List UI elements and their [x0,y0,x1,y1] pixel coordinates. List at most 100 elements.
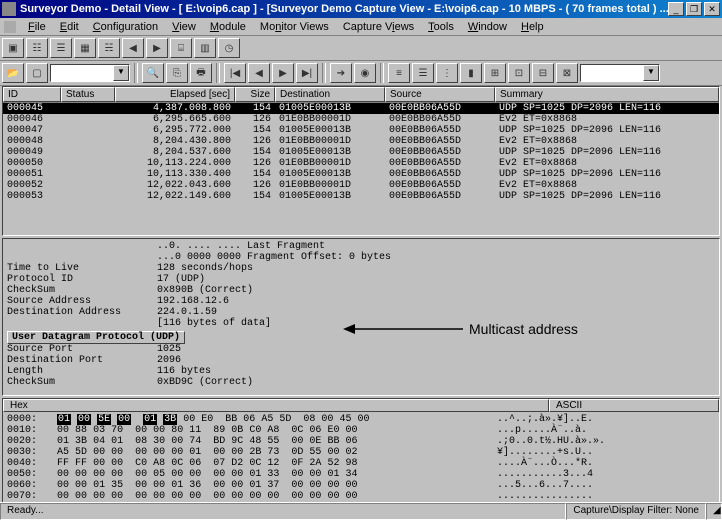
hex-row: 0000:01 00 5E 00 01 3B 00 E0 BB 06 A5 5D… [7,414,715,425]
tb-bar-icon[interactable]: ▮ [460,63,482,83]
dstaddr-label: Destination Address [7,307,157,318]
tb-print-icon[interactable]: 🖶 [190,63,212,83]
table-row[interactable]: 0000498,204.537.60015401005E00013B00E0BB… [3,147,719,158]
col-destination[interactable]: Destination [275,87,385,102]
hex-row: 0040:FF FF 00 00 C0 A8 0C 06 07 D2 0C 12… [7,458,715,469]
ttl-value: 128 seconds/hops [157,263,253,274]
toolbar-2: 📂 ▢ 🔍 ⎘ 🖶 |◀ ◀ ▶ ▶| ➔ ◉ ≡ ☰ ⋮ ▮ ⊞ ⊡ ⊟ ⊠ [0,61,722,86]
tb-arrow-icon[interactable]: ➔ [330,63,352,83]
col-summary[interactable]: Summary [495,87,719,102]
tb-list2-icon[interactable]: ☰ [412,63,434,83]
menu-tools[interactable]: Tools [422,21,460,33]
tb-grid4-icon[interactable]: ⊠ [556,63,578,83]
frame-list-header: ID Status Elapsed [sec] Size Destination… [3,87,719,103]
checksum-value: 0x890B (Correct) [157,285,253,296]
col-size[interactable]: Size [235,87,275,102]
tb-list1-icon[interactable]: ≡ [388,63,410,83]
table-row[interactable]: 00005110,113.330.40015401005E00013B00E0B… [3,169,719,180]
doc-icon [4,21,16,33]
menu-help[interactable]: Help [515,21,550,33]
tb-right-icon[interactable]: ▶ [146,38,168,58]
ascii-header: ASCII [549,399,719,412]
table-row[interactable]: 00005312,022.149.60015401005E00013B00E0B… [3,191,719,202]
frame-combo[interactable] [50,64,130,82]
col-id[interactable]: ID [3,87,61,102]
dstaddr-value: 224.0.1.59 [157,307,217,318]
tb-grid2-icon[interactable]: ⊡ [508,63,530,83]
titlebar: Surveyor Demo - Detail View - [ E:\voip6… [0,0,722,18]
protocol-value: 17 (UDP) [157,274,205,285]
tb-circle-icon[interactable]: ◉ [354,63,376,83]
srcaddr-value: 192.168.12.6 [157,296,229,307]
status-grip-icon: ◢ [706,503,722,520]
tb-capture-icon[interactable]: ▦ [74,38,96,58]
tb-layout1-icon[interactable]: ☷ [26,38,48,58]
protocol-label: Protocol ID [7,274,157,285]
menubar: File Edit Configuration View Module Moni… [0,18,722,36]
frame-list-body[interactable]: 0000454,387.008.80015401005E00013B00E0BB… [3,103,719,235]
tb-find-icon[interactable]: 🔍 [142,63,164,83]
tb-copy-icon[interactable]: ⎘ [166,63,188,83]
dstport-label: Destination Port [7,355,157,366]
tb-stats-icon[interactable]: ☵ [98,38,120,58]
payload-bytes: [116 bytes of data] [157,318,271,329]
tb-tree-icon[interactable]: ⌸ [170,38,192,58]
tb-prev-icon[interactable]: ◀ [248,63,270,83]
col-elapsed[interactable]: Elapsed [sec] [115,87,235,102]
close-button[interactable]: ✕ [704,2,720,16]
tb-box-icon[interactable]: ▢ [26,63,48,83]
hex-row: 0060:00 00 01 35 00 00 01 36 00 00 01 37… [7,480,715,491]
menu-monitorviews[interactable]: Monitor Views [254,21,335,33]
toolbar-1: ▣ ☷ ☰ ▦ ☵ ◀ ▶ ⌸ ▥ ◷ [0,36,722,61]
tb-play-icon[interactable]: ▶ [272,63,294,83]
tb-record-icon[interactable]: ▣ [2,38,24,58]
length-label: Length [7,366,157,377]
tb-chart-icon[interactable]: ▥ [194,38,216,58]
table-row[interactable]: 0000488,204.430.80012601E0BB00001D00E0BB… [3,136,719,147]
length-value: 116 bytes [157,366,211,377]
status-filter: Capture\Display Filter: None [566,503,706,520]
menu-configuration[interactable]: Configuration [87,21,164,33]
view-combo[interactable] [580,64,660,82]
arrow-icon [343,321,463,337]
udpchk-value: 0xBD9C (Correct) [157,377,253,388]
tb-layout2-icon[interactable]: ☰ [50,38,72,58]
maximize-button[interactable]: ❐ [686,2,702,16]
menu-module[interactable]: Module [204,21,252,33]
table-row[interactable]: 00005010,113.224.00012601E0BB00001D00E0B… [3,158,719,169]
window-controls: _ ❐ ✕ [668,2,720,16]
udp-section-header[interactable]: User Datagram Protocol (UDP) [7,331,185,344]
tb-grid1-icon[interactable]: ⊞ [484,63,506,83]
frag-offset: ...0 0000 0000 Fragment Offset: 0 bytes [157,252,391,263]
tb-open-icon[interactable]: 📂 [2,63,24,83]
srcport-label: Source Port [7,344,157,355]
table-row[interactable]: 00005212,022.043.60012601E0BB00001D00E0B… [3,180,719,191]
udpchk-label: CheckSum [7,377,157,388]
window-title: Surveyor Demo - Detail View - [ E:\voip6… [20,3,668,15]
menu-window[interactable]: Window [462,21,513,33]
tb-grid3-icon[interactable]: ⊟ [532,63,554,83]
hex-row: 0030:A5 5D 00 00 00 00 00 01 00 00 2B 73… [7,447,715,458]
app-icon [2,2,16,16]
status-ready: Ready... [0,503,566,520]
tb-list3-icon[interactable]: ⋮ [436,63,458,83]
table-row[interactable]: 0000466,295.665.60012601E0BB00001D00E0BB… [3,114,719,125]
tb-first-icon[interactable]: |◀ [224,63,246,83]
menu-captureviews[interactable]: Capture Views [337,21,420,33]
hex-row: 0070:00 00 00 00 00 00 00 00 00 00 00 00… [7,491,715,502]
ttl-label: Time to Live [7,263,157,274]
tb-last-icon[interactable]: ▶| [296,63,318,83]
hex-row: 0050:00 00 00 00 00 05 00 00 00 00 01 33… [7,469,715,480]
tb-alarm-icon[interactable]: ◷ [218,38,240,58]
tb-left-icon[interactable]: ◀ [122,38,144,58]
col-source[interactable]: Source [385,87,495,102]
minimize-button[interactable]: _ [668,2,684,16]
col-status[interactable]: Status [61,87,115,102]
menu-view[interactable]: View [166,21,202,33]
table-row[interactable]: 0000476,295.772.00015401005E00013B00E0BB… [3,125,719,136]
table-row[interactable]: 0000454,387.008.80015401005E00013B00E0BB… [3,103,719,114]
menu-edit[interactable]: Edit [54,21,85,33]
hex-row: 0010:00 88 03 70 00 00 80 11 89 0B C0 A8… [7,425,715,436]
menu-file[interactable]: File [22,21,52,33]
detail-pane[interactable]: ..0. .... .... Last Fragment ...0 0000 0… [2,238,720,396]
